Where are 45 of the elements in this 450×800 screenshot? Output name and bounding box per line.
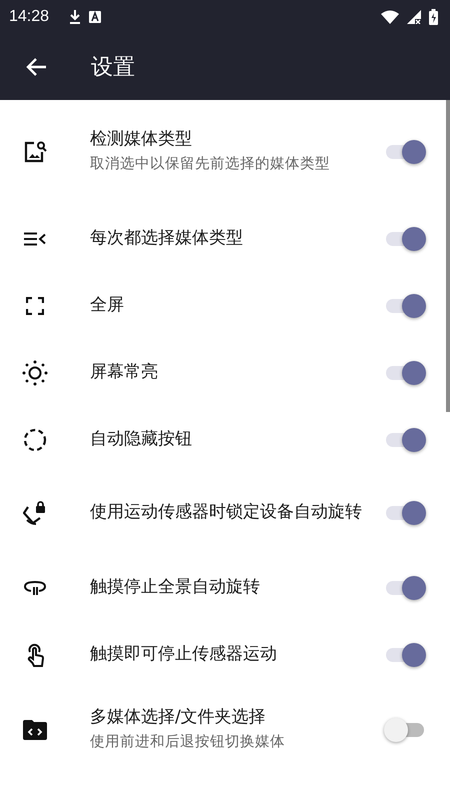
toggle-switch[interactable] — [384, 360, 426, 384]
toggle-switch[interactable] — [384, 428, 426, 452]
setting-description: 取消选中以保留先前选择的媒体类型 — [90, 154, 331, 174]
keyboard-icon — [89, 11, 102, 23]
image-search-icon — [23, 140, 47, 164]
signal-icon — [407, 10, 421, 24]
setting-row[interactable]: 多媒体选择/文件夹选择 使用前进和后退按钮切换媒体 — [0, 688, 450, 763]
toggle-switch[interactable] — [384, 642, 426, 666]
fullscreen-icon — [26, 296, 44, 314]
toggle-switch[interactable] — [384, 226, 426, 250]
setting-row[interactable]: 检测媒体类型 取消选中以保留先前选择的媒体类型 — [0, 100, 450, 205]
setting-row[interactable]: 每次都选择媒体类型 — [0, 205, 450, 272]
page-title: 设置 — [91, 54, 135, 82]
setting-title: 自动隐藏按钮 — [90, 428, 193, 451]
setting-title: 触摸即可停止传感器运动 — [90, 643, 278, 666]
setting-row[interactable]: 使用运动传感器时锁定设备自动旋转 — [0, 473, 450, 554]
dashed-circle-icon — [23, 428, 47, 452]
toggle-switch[interactable] — [384, 718, 426, 742]
setting-row[interactable]: 触摸停止全景自动旋转 — [0, 554, 450, 621]
setting-title: 检测媒体类型 — [90, 128, 193, 150]
toggle-switch[interactable] — [384, 500, 426, 524]
setting-title: 屏幕常亮 — [90, 361, 159, 384]
clock: 14:28 — [9, 8, 50, 26]
panorama-icon — [24, 580, 46, 594]
code-folder-icon — [23, 720, 47, 740]
toggle-switch[interactable] — [384, 294, 426, 318]
setting-row[interactable]: 自动隐藏按钮 — [0, 406, 450, 473]
touch-icon — [25, 642, 45, 666]
setting-row[interactable]: 屏幕常亮 — [0, 339, 450, 406]
brightness-icon — [22, 360, 48, 386]
setting-title: 多媒体选择/文件夹选择 — [90, 706, 267, 728]
battery-icon — [429, 9, 438, 25]
setting-title: 每次都选择媒体类型 — [90, 227, 244, 250]
toggle-switch[interactable] — [384, 140, 426, 164]
setting-row[interactable]: 全屏 — [0, 272, 450, 339]
setting-row[interactable]: 触摸即可停止传感器运动 — [0, 621, 450, 688]
download-icon — [69, 10, 82, 24]
rotation-lock-icon — [23, 500, 47, 524]
wifi-icon — [381, 10, 399, 24]
setting-title: 全屏 — [90, 294, 125, 317]
list-collapse-icon — [24, 232, 46, 246]
toggle-switch[interactable] — [384, 576, 426, 600]
setting-title: 触摸停止全景自动旋转 — [90, 576, 261, 599]
setting-title: 使用运动传感器时锁定设备自动旋转 — [90, 501, 363, 524]
setting-description: 使用前进和后退按钮切换媒体 — [90, 732, 286, 752]
